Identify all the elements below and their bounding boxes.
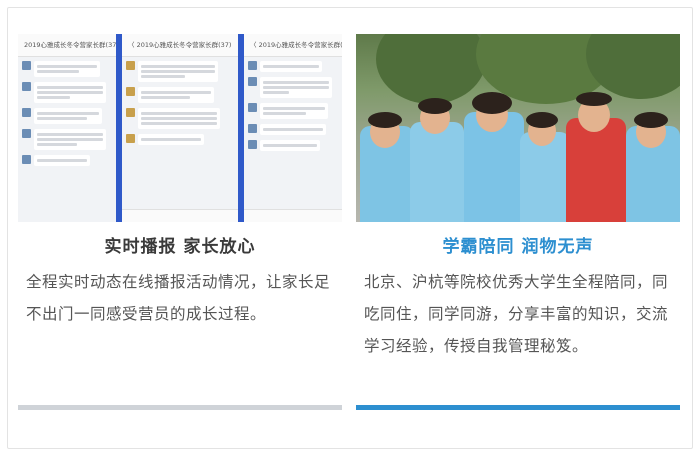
students-group-photo [356, 34, 680, 222]
card-title: 学霸陪同 润物无声 [442, 237, 594, 257]
card-description: 北京、沪杭等院校优秀大学生全程陪同，同吃同住，同学同游，分享丰富的知识，交流学习… [364, 273, 669, 355]
chat-header: 〈 2019心雅成长冬令营家长群(37) [244, 34, 342, 57]
chat-screenshot: 〈 2019心雅成长冬令营家长群(37) [122, 34, 238, 222]
chat-screenshot: 〈 2019心雅成长冬令营家长群(37) [244, 34, 342, 222]
chat-header: 2019心雅成长冬令营家长群(37) [18, 34, 116, 57]
card-title: 实时播报 家长放心 [104, 237, 256, 257]
feature-card-live-broadcast: 2019心雅成长冬令营家长群(37) 〈 2019心雅成长冬令营家长群(37) … [18, 34, 342, 412]
chat-screenshot: 2019心雅成长冬令营家长群(37) [18, 34, 116, 222]
chat-header: 〈 2019心雅成长冬令营家长群(37) [122, 34, 238, 57]
card-underline [356, 405, 680, 410]
card-description: 全程实时动态在线播报活动情况，让家长足不出门一同感受营员的成长过程。 [26, 273, 331, 323]
feature-card-mentors: 学霸陪同 润物无声 北京、沪杭等院校优秀大学生全程陪同，同吃同住，同学同游，分享… [356, 34, 680, 412]
card-underline [18, 405, 342, 410]
chat-screenshots-image: 2019心雅成长冬令营家长群(37) 〈 2019心雅成长冬令营家长群(37) … [18, 34, 342, 222]
